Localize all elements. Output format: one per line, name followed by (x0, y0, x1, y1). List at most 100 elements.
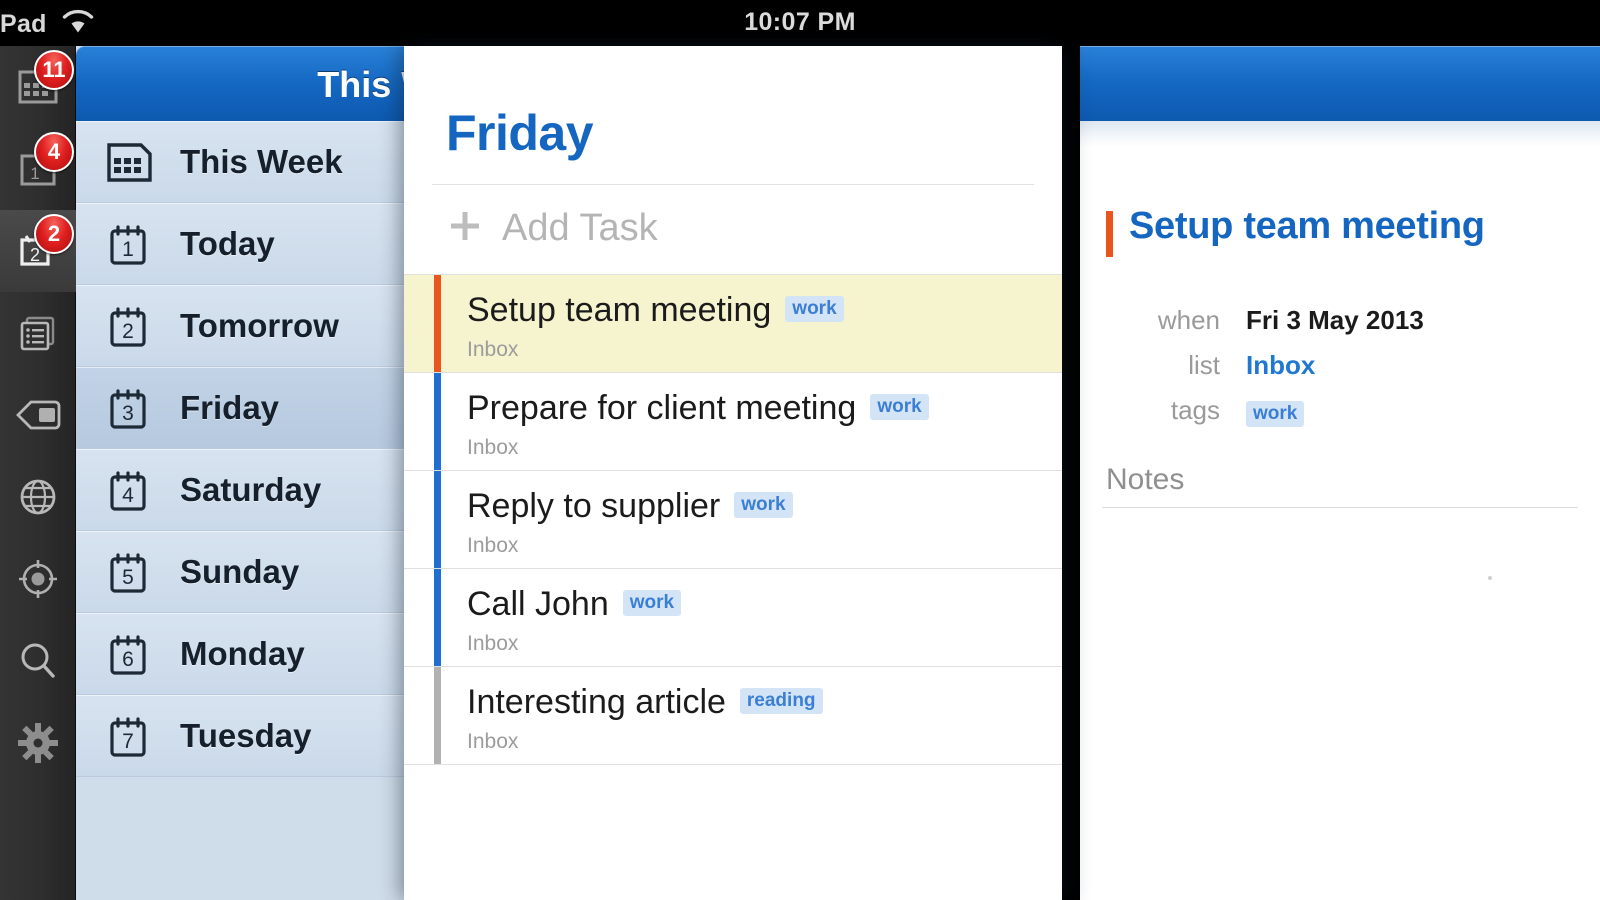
meta-label-tags: tags (1170, 395, 1220, 425)
list-item-label: Today (180, 224, 275, 262)
task-row[interactable]: Reply to supplier work Inbox (404, 471, 1062, 569)
priority-bar (434, 373, 441, 470)
add-task-button[interactable]: Add Task (404, 185, 1062, 274)
meta-row-list: list Inbox (1106, 350, 1574, 381)
tag-badge[interactable]: work (785, 295, 844, 322)
rail-item-today[interactable]: 1 4 (0, 128, 76, 210)
task-list-name: Inbox (467, 730, 519, 753)
search-icon (21, 643, 55, 678)
svg-text:1: 1 (122, 238, 134, 261)
task-title-line: Reply to supplier work (467, 487, 793, 526)
detail-title-row: Setup team meeting (1080, 147, 1600, 257)
priority-bar (434, 667, 441, 764)
calendar-day-icon: 5 (104, 546, 180, 598)
task-list-name: Inbox (467, 534, 519, 557)
notes-heading: Notes (1106, 463, 1185, 496)
tag-badge[interactable]: reading (739, 687, 823, 714)
task-content: Prepare for client meeting work Inbox (441, 373, 929, 470)
priority-bar (434, 569, 441, 666)
plus-icon (446, 207, 484, 250)
meta-value-when[interactable]: Fri 3 May 2013 (1246, 305, 1424, 336)
detail-column-header (1080, 46, 1600, 121)
task-list-name: Inbox (467, 338, 519, 361)
tag-badge[interactable]: work (622, 589, 682, 616)
meta-row-when: when Fri 3 May 2013 (1106, 305, 1574, 336)
meta-label-list: list (1188, 350, 1220, 380)
meta-row-tags: tags work (1106, 395, 1574, 427)
calendar-day-icon: 7 (104, 710, 180, 762)
rail-item-focus[interactable] (0, 538, 76, 620)
rail-item-lists[interactable] (0, 292, 76, 374)
svg-text:3: 3 (122, 402, 134, 425)
task-title: Reply to supplier (467, 487, 721, 525)
tag-icon (16, 400, 61, 430)
task-row[interactable]: Prepare for client meeting work Inbox (404, 373, 1062, 471)
svg-text:2: 2 (122, 320, 134, 343)
rail-item-this-week[interactable]: 11 (0, 46, 76, 128)
status-bar: Pad 10:07 PM (0, 0, 1600, 46)
svg-text:1: 1 (30, 164, 39, 183)
rail-badge: 11 (34, 50, 74, 90)
day-overlay-panel: Friday Add Task Setup team meeting work … (404, 46, 1062, 900)
svg-text:4: 4 (122, 484, 134, 507)
rail-badge: 2 (34, 214, 74, 254)
calendar-day-icon: 6 (104, 628, 180, 680)
list-item-label: Friday (180, 388, 280, 426)
task-content: Setup team meeting work Inbox (441, 275, 844, 372)
rail-item-search[interactable] (0, 620, 76, 702)
calendar-day-icon: 2 (104, 300, 180, 352)
meta-value-list[interactable]: Inbox (1246, 350, 1315, 381)
calendar-day-icon: 4 (104, 464, 180, 516)
calendar-day-icon: 3 (104, 382, 180, 434)
task-title: Interesting article (467, 683, 726, 721)
rail-item-globe[interactable] (0, 456, 76, 538)
task-title-line: Setup team meeting work (467, 291, 844, 330)
lists-icon (20, 316, 55, 351)
calendar-grid-icon (104, 136, 180, 188)
tag-badge[interactable]: work (734, 491, 793, 518)
focus-target-icon (19, 560, 57, 598)
list-item-label: This Week (180, 142, 343, 180)
priority-bar (434, 275, 441, 372)
detail-body: Setup team meeting when Fri 3 May 2013 l… (1080, 147, 1600, 768)
task-content: Call John work Inbox (441, 569, 682, 666)
list-item-label: Tomorrow (180, 306, 339, 344)
rail-item-tags[interactable] (0, 374, 76, 456)
list-item-label: Monday (180, 634, 305, 672)
rail-badge: 4 (34, 132, 74, 172)
task-list-name: Inbox (467, 436, 519, 459)
globe-icon (20, 479, 56, 515)
gear-icon (18, 723, 58, 763)
priority-bar (1106, 211, 1113, 257)
task-content: Interesting article reading Inbox (441, 667, 823, 764)
rail-item-settings[interactable] (0, 702, 76, 784)
task-row[interactable]: Setup team meeting work Inbox (404, 275, 1062, 373)
task-title: Setup team meeting (467, 291, 772, 329)
meta-label-when: when (1157, 305, 1220, 335)
tag-badge[interactable]: work (1246, 401, 1305, 427)
svg-text:5: 5 (122, 566, 134, 589)
task-list-name: Inbox (467, 632, 519, 655)
detail-header-shade (1080, 121, 1600, 147)
task-content: Reply to supplier work Inbox (441, 471, 793, 568)
status-bar-clock: 10:07 PM (744, 8, 856, 36)
tag-badge[interactable]: work (870, 393, 929, 420)
calendar-day-icon: 1 (104, 218, 180, 270)
rail-item-tomorrow[interactable]: 2 2 (0, 210, 76, 292)
task-row[interactable]: Interesting article reading Inbox (404, 667, 1062, 765)
task-title-line: Prepare for client meeting work (467, 389, 929, 428)
task-row[interactable]: Call John work Inbox (404, 569, 1062, 667)
svg-text:6: 6 (122, 648, 134, 671)
detail-meta: when Fri 3 May 2013 list Inbox tags work (1080, 305, 1600, 427)
task-list: Setup team meeting work Inbox Prepare fo… (404, 274, 1062, 765)
priority-bar (434, 471, 441, 568)
list-item-label: Sunday (180, 552, 300, 590)
list-item-label: Saturday (180, 470, 322, 508)
add-task-label: Add Task (502, 207, 658, 249)
svg-text:2: 2 (30, 245, 40, 265)
detail-task-title[interactable]: Setup team meeting (1129, 206, 1485, 247)
notes-field[interactable] (1080, 508, 1600, 768)
svg-text:7: 7 (122, 730, 134, 753)
detail-column: Setup team meeting when Fri 3 May 2013 l… (1080, 46, 1600, 900)
task-title: Call John (467, 585, 609, 623)
